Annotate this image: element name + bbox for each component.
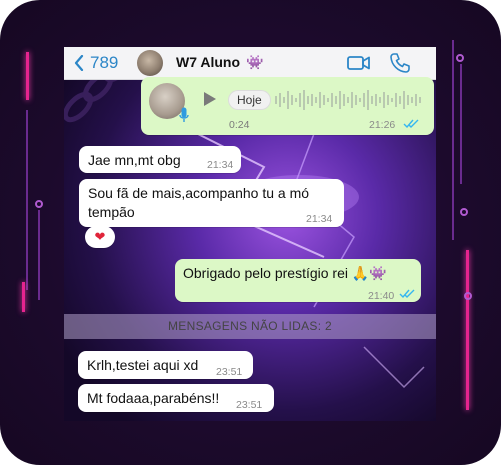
chat-screen: 789 W7 Aluno 👾 Hoje 0:24 21:26 Jae mn,mt…: [64, 47, 436, 421]
neon-line-right-2: [460, 64, 462, 184]
alien-monster-emoji: 👾: [246, 54, 264, 70]
neon-line-left: [26, 110, 28, 290]
message-text: Mt fodaaa,parabéns!!: [87, 390, 220, 406]
phone-call-icon[interactable]: [389, 52, 411, 74]
message-time: 21:34: [306, 213, 333, 225]
neon-bar-right: [466, 250, 469, 410]
neon-line-right: [452, 40, 454, 240]
voice-message-bubble[interactable]: Hoje 0:24 21:26: [141, 77, 434, 135]
message-time: 23:51: [216, 366, 243, 378]
neon-dot-left: [35, 200, 43, 208]
incoming-message[interactable]: Sou fã de mais,acompanho tu a mó tempão …: [79, 179, 344, 227]
message-text-line2: tempão: [88, 204, 135, 220]
message-time: 21:26: [369, 119, 396, 131]
back-chevron-icon: [74, 55, 84, 71]
audio-waveform[interactable]: [275, 87, 425, 113]
unread-count: 789: [90, 53, 119, 72]
date-badge: Hoje: [229, 91, 270, 109]
neon-dot-right-3: [464, 292, 472, 300]
back-button[interactable]: 789: [74, 53, 118, 73]
message-text-line1: Sou fã de mais,acompanho tu a mó: [88, 185, 310, 201]
mic-icon: [179, 107, 189, 122]
message-text: Jae mn,mt obg: [88, 152, 181, 168]
contact-avatar[interactable]: [137, 50, 163, 76]
message-time: 21:40: [368, 290, 395, 302]
neon-dot-right: [456, 54, 464, 62]
message-time: 21:34: [207, 159, 234, 171]
incoming-message[interactable]: Mt fodaaa,parabéns!! 23:51: [78, 384, 274, 412]
voice-duration: 0:24: [229, 119, 250, 131]
message-text: Obrigado pelo prestígio rei 🙏👾: [183, 265, 387, 281]
video-call-icon[interactable]: [347, 54, 371, 72]
outgoing-message[interactable]: Obrigado pelo prestígio rei 🙏👾 21:40: [175, 259, 421, 302]
incoming-message[interactable]: Krlh,testei aqui xd 23:51: [78, 351, 253, 379]
unread-messages-banner: MENSAGENS NÃO LIDAS: 2: [64, 314, 436, 339]
heart-reaction[interactable]: ❤: [85, 226, 115, 248]
neon-bar-left: [26, 52, 29, 100]
chat-header: 789 W7 Aluno 👾: [64, 47, 436, 80]
incoming-message[interactable]: Jae mn,mt obg 21:34: [79, 146, 241, 173]
neon-frame: 789 W7 Aluno 👾 Hoje 0:24 21:26 Jae mn,mt…: [0, 0, 501, 465]
play-icon[interactable]: [203, 91, 217, 107]
message-text: Krlh,testei aqui xd: [87, 357, 199, 373]
message-time: 23:51: [236, 399, 263, 411]
neon-line-left-2: [38, 210, 40, 300]
neon-bar-left-2: [22, 282, 25, 312]
neon-dot-right-2: [460, 208, 468, 216]
read-ticks-icon: [403, 119, 419, 129]
read-ticks-icon: [399, 289, 415, 299]
contact-name[interactable]: W7 Aluno 👾: [176, 54, 263, 71]
